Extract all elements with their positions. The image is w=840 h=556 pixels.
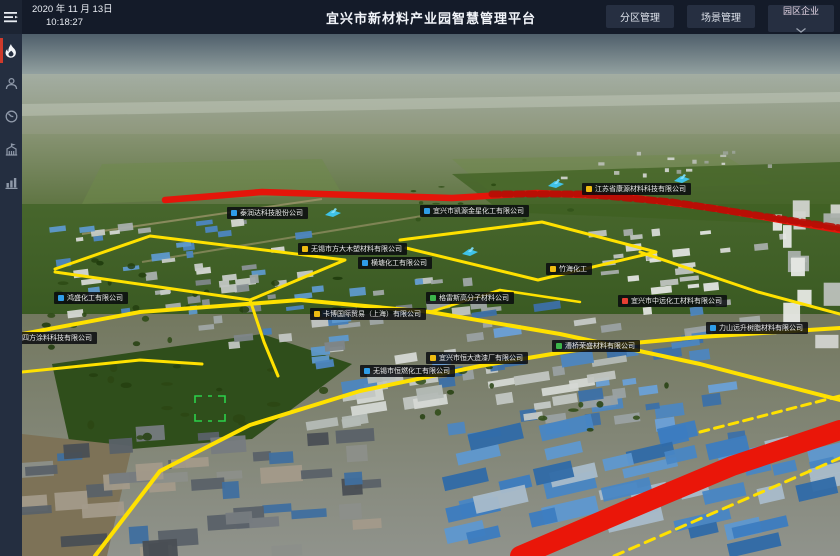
company-label[interactable]: 江苏省康源材料科技有限公司 (582, 183, 691, 195)
company-marker-icon (302, 246, 308, 252)
company-label[interactable]: 横塘化工有限公司 (358, 257, 432, 269)
company-label[interactable]: 泰润达科技股份公司 (227, 207, 308, 219)
company-label-text: 横塘化工有限公司 (371, 260, 427, 267)
plane-marker-icon (548, 179, 564, 188)
map-3d-view[interactable]: 泰润达科技股份公司 宜兴市凯源金星化工有限公司 江苏省康源材料科技有限公司无锡市方大… (22, 34, 840, 556)
factory-icon (5, 143, 18, 156)
sidebar-item-user[interactable] (0, 67, 22, 100)
park-enterprise-dropdown-label: 园区企业 (783, 6, 819, 17)
company-label-text: 卡博国际贸易（上海）有限公司 (323, 311, 421, 318)
company-marker-icon (430, 295, 436, 301)
sidebar-item-gauge[interactable] (0, 100, 22, 133)
company-label[interactable]: 宜兴市恒大造漆厂有限公司 (426, 352, 528, 364)
company-label[interactable]: 宜兴市四方涂料科技有限公司 (22, 332, 97, 344)
scene-management-button[interactable]: 场景管理 (687, 5, 755, 28)
company-label-text: 竹海化工 (559, 266, 587, 273)
company-marker-icon (622, 298, 628, 304)
header-bar: 2020 年 11 月 13日 10:18:27 宜兴市新材料产业园智慧管理平台… (22, 0, 840, 34)
company-label-text: 宜兴市凯源金星化工有限公司 (433, 208, 524, 215)
company-marker-icon (314, 311, 320, 317)
company-marker-icon (430, 355, 436, 361)
company-label[interactable]: 卡博国际贸易（上海）有限公司 (310, 308, 426, 320)
company-label-text: 格雷斯高分子材料公司 (439, 295, 509, 302)
sidebar-item-menu[interactable] (0, 0, 22, 34)
menu-icon (4, 12, 18, 23)
flame-icon (5, 44, 17, 58)
company-marker-icon (362, 260, 368, 266)
sidebar (0, 0, 22, 556)
company-label-text: 无锡市恒燃化工有限公司 (373, 368, 450, 375)
company-label[interactable]: 鸿盛化工有限公司 (54, 292, 128, 304)
plane-marker-icon (674, 174, 690, 183)
header-actions: 分区管理 场景管理 园区企业 (606, 5, 834, 32)
company-marker-icon (231, 210, 237, 216)
company-label[interactable]: 竹海化工 (546, 263, 592, 275)
company-label[interactable]: 漕桥荣盛材料有限公司 (552, 340, 640, 352)
company-label-text: 宜兴市中远化工材料有限公司 (631, 298, 722, 305)
company-label-text: 宜兴市四方涂料科技有限公司 (22, 335, 92, 342)
sidebar-item-factory[interactable] (0, 133, 22, 166)
company-marker-icon (710, 325, 716, 331)
main-area: 2020 年 11 月 13日 10:18:27 宜兴市新材料产业园智慧管理平台… (22, 0, 840, 556)
bar-chart-icon (5, 176, 18, 189)
sidebar-item-fire[interactable] (0, 34, 22, 67)
company-label[interactable]: 宜兴市凯源金星化工有限公司 (420, 205, 529, 217)
company-marker-icon (556, 343, 562, 349)
selection-reticle (195, 396, 225, 421)
plane-marker-icon (462, 247, 478, 256)
company-label-text: 鸿盛化工有限公司 (67, 295, 123, 302)
company-marker-icon (424, 208, 430, 214)
company-label[interactable]: 无锡市方大木塑材料有限公司 (298, 243, 407, 255)
company-label[interactable]: 格雷斯高分子材料公司 (426, 292, 514, 304)
company-marker-icon (58, 295, 64, 301)
plane-marker-icon (325, 208, 341, 217)
company-label-text: 漕桥荣盛材料有限公司 (565, 343, 635, 350)
sidebar-item-statistics[interactable] (0, 166, 22, 199)
company-label-text: 江苏省康源材料科技有限公司 (595, 186, 686, 193)
company-label[interactable]: 力山远升树脂材料有限公司 (706, 322, 808, 334)
company-label-text: 力山远升树脂材料有限公司 (719, 325, 803, 332)
company-marker-icon (364, 368, 370, 374)
company-label[interactable]: 宜兴市中远化工材料有限公司 (618, 295, 727, 307)
park-enterprise-dropdown[interactable]: 园区企业 (768, 5, 834, 32)
zone-management-button[interactable]: 分区管理 (606, 5, 674, 28)
company-marker-icon (586, 186, 592, 192)
company-label-text: 无锡市方大木塑材料有限公司 (311, 246, 402, 253)
company-label[interactable]: 无锡市恒燃化工有限公司 (360, 365, 455, 377)
app-window: 2020 年 11 月 13日 10:18:27 宜兴市新材料产业园智慧管理平台… (0, 0, 840, 556)
user-icon (5, 77, 18, 90)
gauge-icon (5, 110, 18, 123)
company-label-text: 泰润达科技股份公司 (240, 210, 303, 217)
company-label-text: 宜兴市恒大造漆厂有限公司 (439, 355, 523, 362)
company-marker-icon (550, 266, 556, 272)
